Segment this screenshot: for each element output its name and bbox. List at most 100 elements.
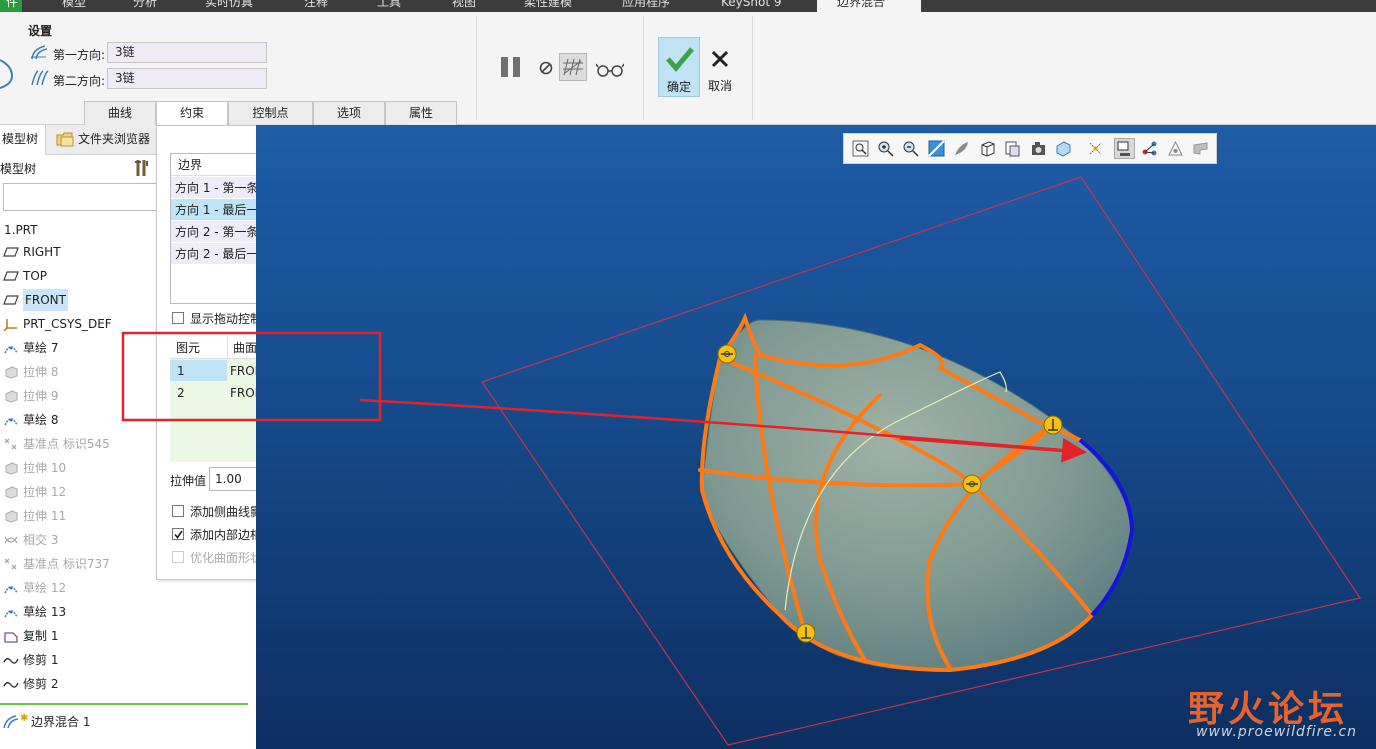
menu-tab-tools[interactable]: 工具 bbox=[377, 0, 401, 12]
second-direction-field[interactable]: 3链 bbox=[107, 68, 267, 89]
tree-item-label: 复制 1 bbox=[23, 629, 59, 643]
menu-tab-flexible[interactable]: 柔性建模 bbox=[524, 0, 572, 12]
ok-button[interactable]: 确定 bbox=[658, 37, 700, 97]
tree-item-label: FRONT bbox=[23, 289, 68, 311]
menu-tab-keyshot[interactable]: KeyShot 9 bbox=[721, 0, 781, 12]
column-header-element: 图元 bbox=[170, 337, 228, 359]
zoom-out-icon[interactable] bbox=[902, 140, 919, 157]
sketch-icon bbox=[4, 346, 18, 354]
datum-point-icon bbox=[4, 558, 17, 570]
second-direction-label: 第二方向: bbox=[53, 74, 106, 88]
extrude-icon bbox=[5, 486, 18, 499]
repaint-icon[interactable] bbox=[928, 140, 945, 157]
menu-bar: 件 模型 分析 实时仿真 注释 工具 视图 柔性建模 应用程序 KeyShot … bbox=[0, 0, 1376, 12]
tab-folder-browser[interactable]: 文件夹浏览器 bbox=[52, 125, 150, 155]
ribbon-separator bbox=[752, 16, 753, 120]
points-display-icon[interactable] bbox=[1167, 140, 1184, 157]
menu-tab-annotate[interactable]: 注释 bbox=[304, 0, 328, 12]
tab-constraints[interactable]: 约束 bbox=[156, 101, 228, 126]
tree-item[interactable]: 复制 1 bbox=[0, 625, 250, 647]
element-cell: 1 bbox=[177, 364, 185, 378]
tree-settings-icon[interactable] bbox=[134, 158, 152, 178]
element-cell: 2 bbox=[177, 386, 185, 400]
tree-item-label: 拉伸 8 bbox=[23, 365, 59, 379]
zoom-fit-icon[interactable] bbox=[852, 140, 869, 157]
ribbon: 设置 第一方向: 3链 第二方向: 3链 曲线 约束 控制点 选项 属性 确定 … bbox=[0, 12, 1376, 126]
annotation-display-icon[interactable] bbox=[1114, 138, 1135, 159]
copy-icon bbox=[4, 632, 18, 643]
cancel-button[interactable]: 取消 bbox=[703, 37, 737, 97]
tree-item-label: 边界混合 1 bbox=[31, 715, 91, 729]
menu-file[interactable]: 件 bbox=[0, 0, 22, 12]
boundary-blend-icon bbox=[3, 715, 19, 729]
watermark-url: www.proewildfire.cn bbox=[1196, 724, 1358, 740]
sketch-icon bbox=[4, 586, 18, 594]
graphics-viewport[interactable] bbox=[256, 125, 1376, 749]
camera-icon[interactable] bbox=[1030, 140, 1047, 157]
show-drag-handles-checkbox[interactable] bbox=[172, 312, 184, 324]
tab-model-tree[interactable]: 模型树 bbox=[0, 125, 46, 155]
tree-item[interactable]: 草绘 12 bbox=[0, 577, 250, 599]
insert-indicator bbox=[0, 703, 248, 705]
add-inner-tangent-checkbox[interactable] bbox=[172, 528, 184, 540]
datum-point-icon bbox=[4, 438, 17, 450]
extrude-icon bbox=[5, 510, 18, 523]
tree-item[interactable]: 草绘 13 bbox=[0, 601, 250, 623]
first-direction-label: 第一方向: bbox=[53, 48, 106, 62]
trim-icon bbox=[3, 658, 19, 664]
datum-display-icon[interactable] bbox=[1087, 140, 1104, 157]
ribbon-separator bbox=[643, 16, 644, 120]
stretch-value-label: 拉伸值 bbox=[170, 474, 207, 488]
tree-search-input[interactable] bbox=[3, 183, 159, 211]
optimize-shape-label: 优化曲面形状 bbox=[190, 551, 263, 565]
optimize-shape-checkbox bbox=[172, 551, 184, 563]
tab-options[interactable]: 选项 bbox=[313, 101, 385, 125]
tree-item-label: 1.PRT bbox=[4, 223, 38, 237]
menu-tab-analysis[interactable]: 分析 bbox=[133, 0, 157, 12]
tree-item-current-feature[interactable]: ✱ 边界混合 1 bbox=[0, 711, 250, 733]
display-style-icon[interactable] bbox=[979, 140, 996, 157]
spin-center-icon[interactable] bbox=[1141, 140, 1158, 157]
menu-tab-boundary-blend[interactable]: 边界混合 bbox=[817, 0, 921, 12]
tab-curves[interactable]: 曲线 bbox=[84, 101, 156, 125]
tab-control-points[interactable]: 控制点 bbox=[228, 101, 313, 125]
tree-item[interactable]: 修剪 2 bbox=[0, 673, 250, 695]
extrude-icon bbox=[5, 462, 18, 475]
second-direction-icon bbox=[31, 70, 49, 86]
trim-icon bbox=[3, 682, 19, 688]
extrude-icon bbox=[5, 366, 18, 379]
datum-plane-icon bbox=[3, 295, 19, 305]
pause-icon[interactable] bbox=[498, 55, 524, 79]
mesh-preview-icon[interactable] bbox=[559, 53, 587, 81]
tree-item-label: 草绘 7 bbox=[23, 341, 59, 355]
datum-plane-icon bbox=[3, 271, 19, 281]
glasses-icon[interactable] bbox=[596, 62, 624, 78]
ok-label: 确定 bbox=[666, 80, 691, 94]
first-direction-field[interactable]: 3链 bbox=[107, 42, 267, 63]
sketch-icon bbox=[4, 418, 18, 426]
no-preview-icon[interactable] bbox=[538, 60, 554, 76]
menu-tab-view[interactable]: 视图 bbox=[452, 0, 476, 12]
tab-properties[interactable]: 属性 bbox=[385, 101, 457, 125]
add-side-influence-checkbox[interactable] bbox=[172, 505, 184, 517]
tree-item-label: 基准点 标识737 bbox=[23, 557, 110, 571]
menu-tab-model[interactable]: 模型 bbox=[62, 0, 86, 12]
saved-views-icon[interactable] bbox=[1004, 140, 1021, 157]
intersect-icon bbox=[4, 536, 18, 544]
zoom-in-icon[interactable] bbox=[877, 140, 894, 157]
menu-tab-apps[interactable]: 应用程序 bbox=[622, 0, 670, 12]
tree-item-label: 相交 3 bbox=[23, 533, 59, 547]
section-icon[interactable] bbox=[1055, 140, 1072, 157]
extrude-icon bbox=[5, 390, 18, 403]
boundary-blend-icon bbox=[0, 59, 14, 89]
tree-item-label: 拉伸 10 bbox=[23, 461, 67, 475]
tree-item[interactable]: 修剪 1 bbox=[0, 649, 250, 671]
shading-icon[interactable] bbox=[953, 140, 970, 157]
cancel-label: 取消 bbox=[707, 79, 732, 93]
app-window: 件 模型 分析 实时仿真 注释 工具 视图 柔性建模 应用程序 KeyShot … bbox=[0, 0, 1376, 749]
tree-item-label: 草绘 12 bbox=[23, 581, 67, 595]
tree-item-label: 修剪 2 bbox=[23, 677, 59, 691]
tree-header: 模型树 bbox=[0, 162, 37, 176]
menu-tab-simulation[interactable]: 实时仿真 bbox=[205, 0, 253, 12]
csys-display-icon[interactable] bbox=[1192, 140, 1209, 157]
